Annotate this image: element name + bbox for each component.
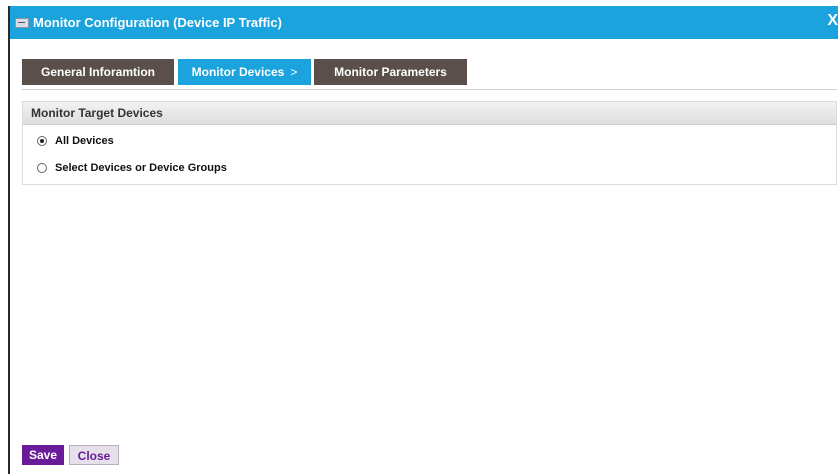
radio-button[interactable] [37, 163, 47, 174]
tab-label: Monitor Devices [191, 65, 285, 79]
tab-label: Monitor Parameters [334, 65, 447, 79]
close-icon[interactable]: X [827, 12, 838, 30]
tab-divider [22, 89, 837, 90]
section-title: Monitor Target Devices [23, 102, 836, 125]
save-button[interactable]: Save [22, 445, 64, 465]
close-button[interactable]: Close [69, 445, 119, 465]
tab-label: General Inforamtion [40, 65, 156, 79]
app-window-icon [15, 18, 29, 28]
monitor-target-devices-panel: Monitor Target Devices All Devices Selec… [22, 101, 837, 185]
radio-label: All Devices [55, 135, 114, 148]
radio-label: Select Devices or Device Groups [55, 162, 227, 175]
radio-button-checked[interactable] [37, 136, 47, 147]
dialog-title: Monitor Configuration (Device IP Traffic… [33, 15, 282, 30]
tab-monitor-devices[interactable]: Monitor Devices > [178, 59, 311, 85]
radio-option-select-devices[interactable]: Select Devices or Device Groups [37, 162, 227, 178]
chevron-right-icon: > [290, 65, 298, 79]
tab-general-information[interactable]: General Inforamtion [22, 59, 174, 85]
tab-monitor-parameters[interactable]: Monitor Parameters [314, 59, 467, 85]
dialog-titlebar: Monitor Configuration (Device IP Traffic… [10, 6, 838, 39]
radio-option-all-devices[interactable]: All Devices [37, 135, 114, 151]
monitor-configuration-dialog: Monitor Configuration (Device IP Traffic… [8, 6, 838, 474]
